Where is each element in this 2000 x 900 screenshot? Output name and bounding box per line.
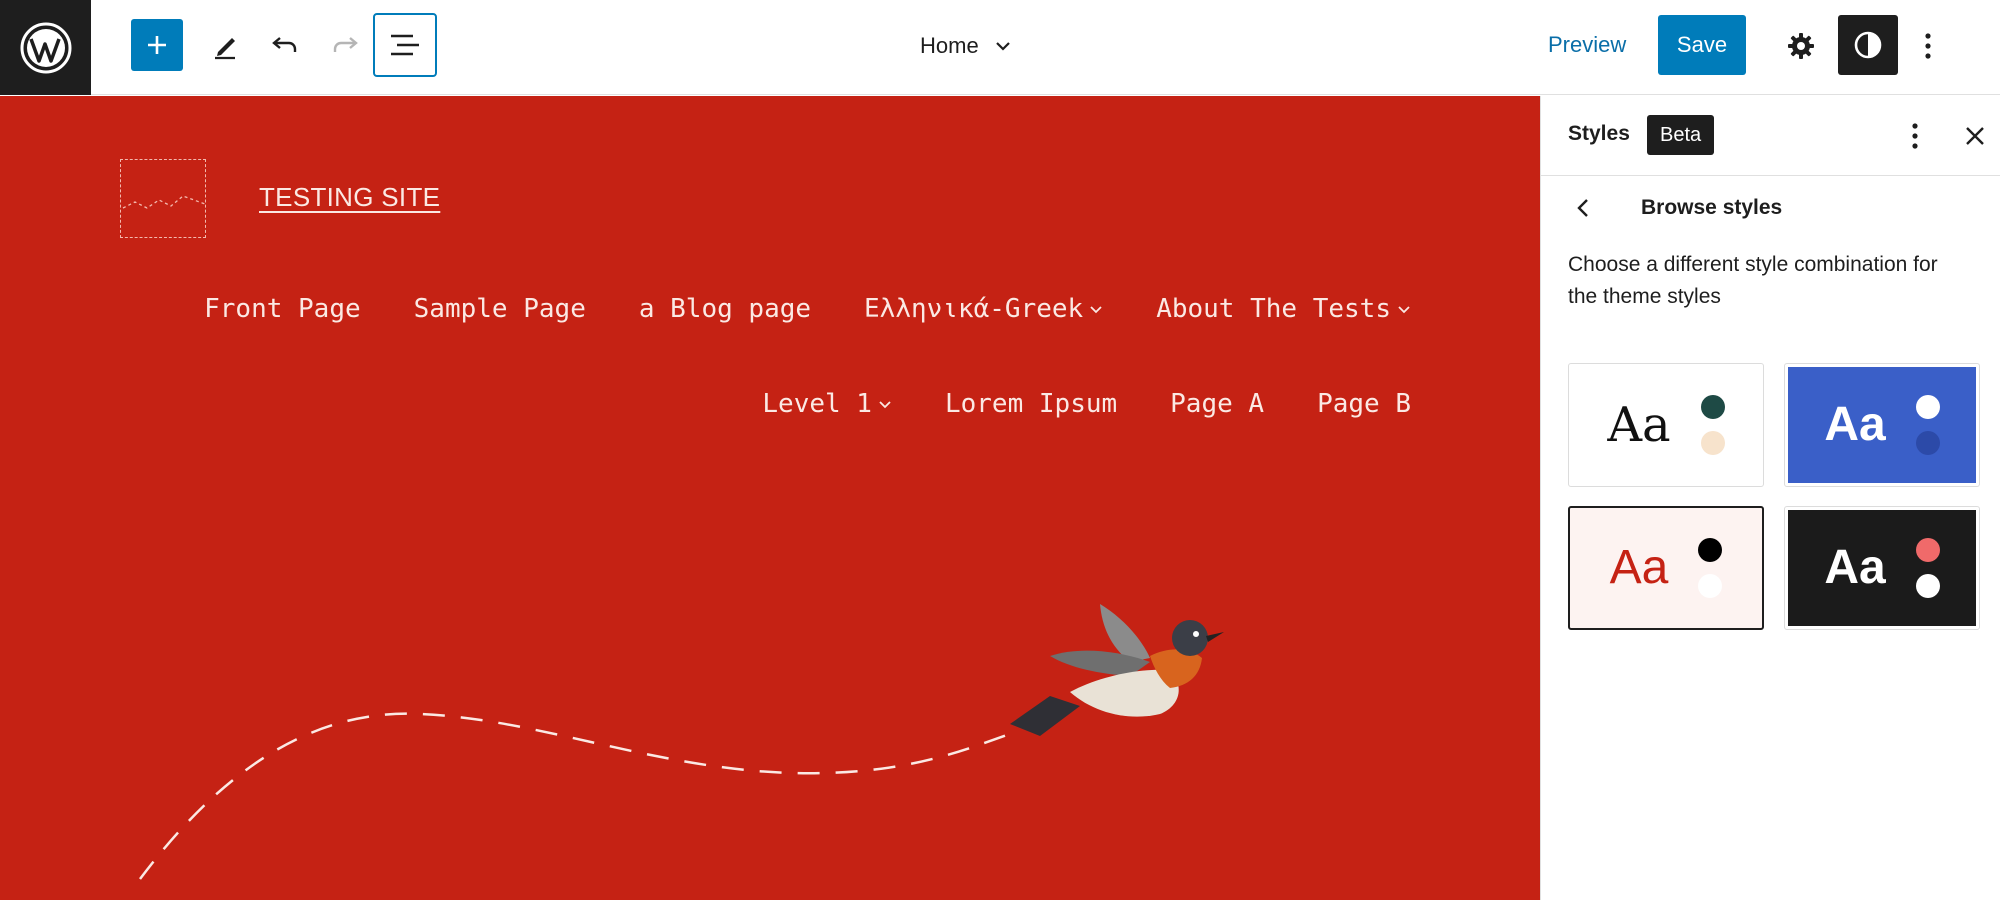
beta-badge: Beta: [1647, 115, 1715, 155]
list-view-button[interactable]: [373, 13, 437, 77]
settings-button[interactable]: [1776, 21, 1826, 71]
more-vertical-icon: [1925, 33, 1931, 59]
more-vertical-icon: [1912, 123, 1918, 149]
gear-icon: [1788, 33, 1814, 59]
tools-button[interactable]: [199, 19, 251, 71]
browse-styles-description: Choose a different style combination for…: [1568, 253, 1938, 308]
chevron-down-icon: [995, 42, 1010, 51]
top-toolbar: Home Preview Save: [0, 0, 2000, 95]
color-swatch: [1915, 538, 1940, 562]
color-swatch: [1915, 574, 1940, 598]
document-title-dropdown[interactable]: Home: [920, 28, 1013, 64]
chevron-left-icon: [1577, 199, 1588, 217]
color-swatch: [1698, 574, 1723, 598]
list-view-icon: [391, 34, 419, 56]
styles-sidebar: Styles Beta Browse styles Choose a diffe…: [1540, 96, 2000, 900]
editor-canvas[interactable]: TESTING SITE Front Page Sample Page a Bl…: [0, 96, 1540, 900]
undo-icon: [272, 37, 297, 52]
document-title: Home: [920, 33, 979, 58]
options-button[interactable]: [1908, 21, 1948, 71]
save-button[interactable]: Save: [1658, 15, 1746, 75]
styles-button[interactable]: [1838, 15, 1898, 75]
variation-color-swatches: [1698, 538, 1723, 598]
close-icon: [1966, 127, 1984, 145]
plus-icon: [148, 36, 166, 54]
color-swatch: [1915, 431, 1940, 455]
sidebar-header: Styles Beta: [1541, 96, 2000, 176]
sidebar-title: Styles: [1568, 122, 1630, 145]
color-swatch: [1700, 431, 1725, 455]
variation-sample-text: Aa: [1824, 398, 1886, 451]
variation-sample-text: Aa: [1824, 541, 1886, 594]
back-button[interactable]: [1563, 186, 1603, 230]
pencil-icon: [215, 38, 235, 60]
bird-illustration: [1010, 604, 1224, 736]
dashed-flight-path: [139, 712, 1011, 880]
style-variation-dark[interactable]: Aa: [1784, 506, 1980, 630]
style-variation-red-selected[interactable]: Aa: [1568, 506, 1764, 630]
variation-color-swatches: [1915, 395, 1940, 455]
variation-preview: Aa: [1788, 510, 1976, 626]
variation-sample-text: Aa: [1609, 541, 1669, 594]
variation-color-swatches: [1915, 538, 1940, 598]
variation-preview: Aa: [1788, 367, 1976, 483]
wordpress-logo-icon[interactable]: [0, 0, 91, 95]
color-swatch: [1700, 395, 1725, 419]
style-variation-default[interactable]: Aa: [1568, 363, 1764, 487]
redo-icon: [333, 37, 358, 52]
undo-button[interactable]: [259, 19, 311, 71]
add-block-button[interactable]: [131, 19, 183, 71]
style-variation-blue[interactable]: Aa: [1784, 363, 1980, 487]
sidebar-options-button[interactable]: [1895, 114, 1935, 158]
browse-styles-heading: Browse styles: [1641, 196, 1783, 219]
variation-sample-text: Aa: [1607, 397, 1671, 453]
redo-button[interactable]: [319, 19, 371, 71]
preview-button[interactable]: Preview: [1536, 23, 1638, 67]
variation-color-swatches: [1700, 395, 1725, 455]
contrast-icon: [1854, 31, 1882, 59]
color-swatch: [1698, 538, 1723, 562]
close-sidebar-button[interactable]: [1953, 114, 1997, 158]
color-swatch: [1915, 395, 1940, 419]
